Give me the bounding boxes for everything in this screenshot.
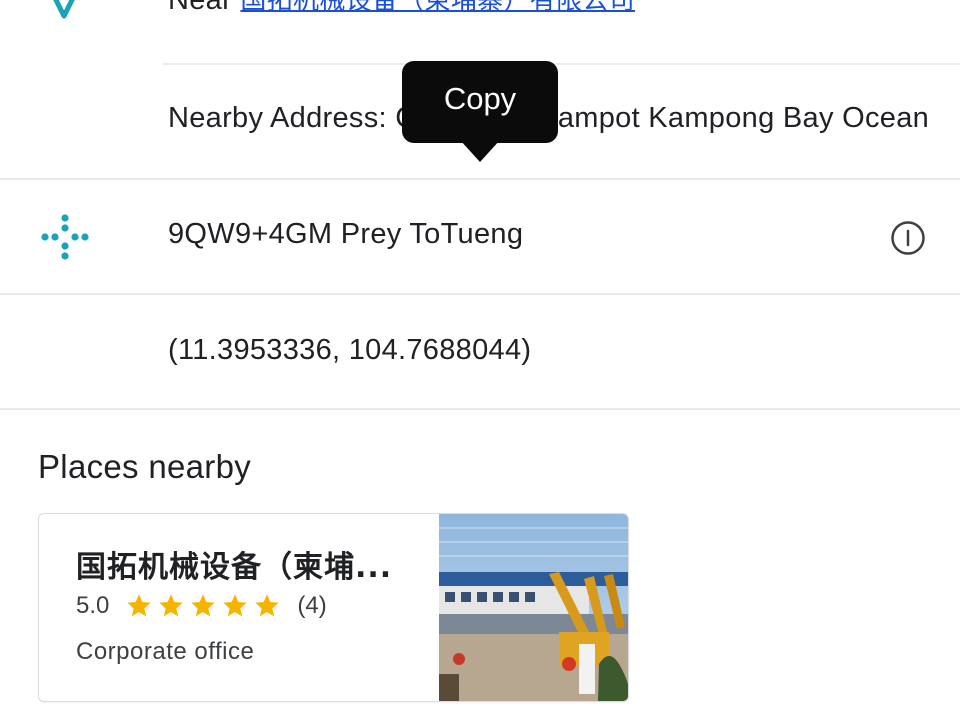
address-row: Near 国拓机械设备（柬埔寨）有限公司 bbox=[168, 0, 635, 17]
plus-code-icon bbox=[41, 214, 89, 260]
review-count: (4) bbox=[297, 592, 327, 619]
place-rating: 5.0 bbox=[76, 592, 110, 619]
star-icon bbox=[255, 594, 280, 617]
location-pin-icon bbox=[53, 0, 75, 19]
star-icon bbox=[191, 594, 216, 617]
tooltip-arrow bbox=[460, 140, 500, 162]
place-name: 国拓机械设备（柬埔... bbox=[76, 550, 393, 585]
places-nearby-heading: Places nearby bbox=[38, 448, 252, 485]
place-card[interactable]: 国拓机械设备（柬埔... 5.0 (4) Corporate office bbox=[38, 513, 629, 702]
divider bbox=[0, 178, 960, 180]
divider bbox=[0, 408, 960, 410]
plus-code-text[interactable]: 9QW9+4GM Prey ToTueng bbox=[168, 218, 523, 251]
place-rating-row: 5.0 (4) bbox=[76, 592, 327, 620]
divider bbox=[0, 293, 960, 295]
star-icon bbox=[159, 594, 184, 617]
coordinates-text[interactable]: (11.3953336, 104.7688044) bbox=[168, 334, 531, 367]
star-icon bbox=[127, 594, 152, 617]
copy-tooltip[interactable]: Copy bbox=[402, 61, 558, 143]
place-category: Corporate office bbox=[76, 638, 255, 665]
star-rating bbox=[125, 592, 285, 620]
place-photo bbox=[439, 514, 628, 701]
divider bbox=[163, 63, 960, 65]
address-prefix: Near bbox=[168, 0, 233, 16]
business-link[interactable]: 国拓机械设备（柬埔寨）有限公司 bbox=[240, 0, 635, 16]
star-icon bbox=[223, 594, 248, 617]
info-icon[interactable] bbox=[890, 220, 926, 256]
